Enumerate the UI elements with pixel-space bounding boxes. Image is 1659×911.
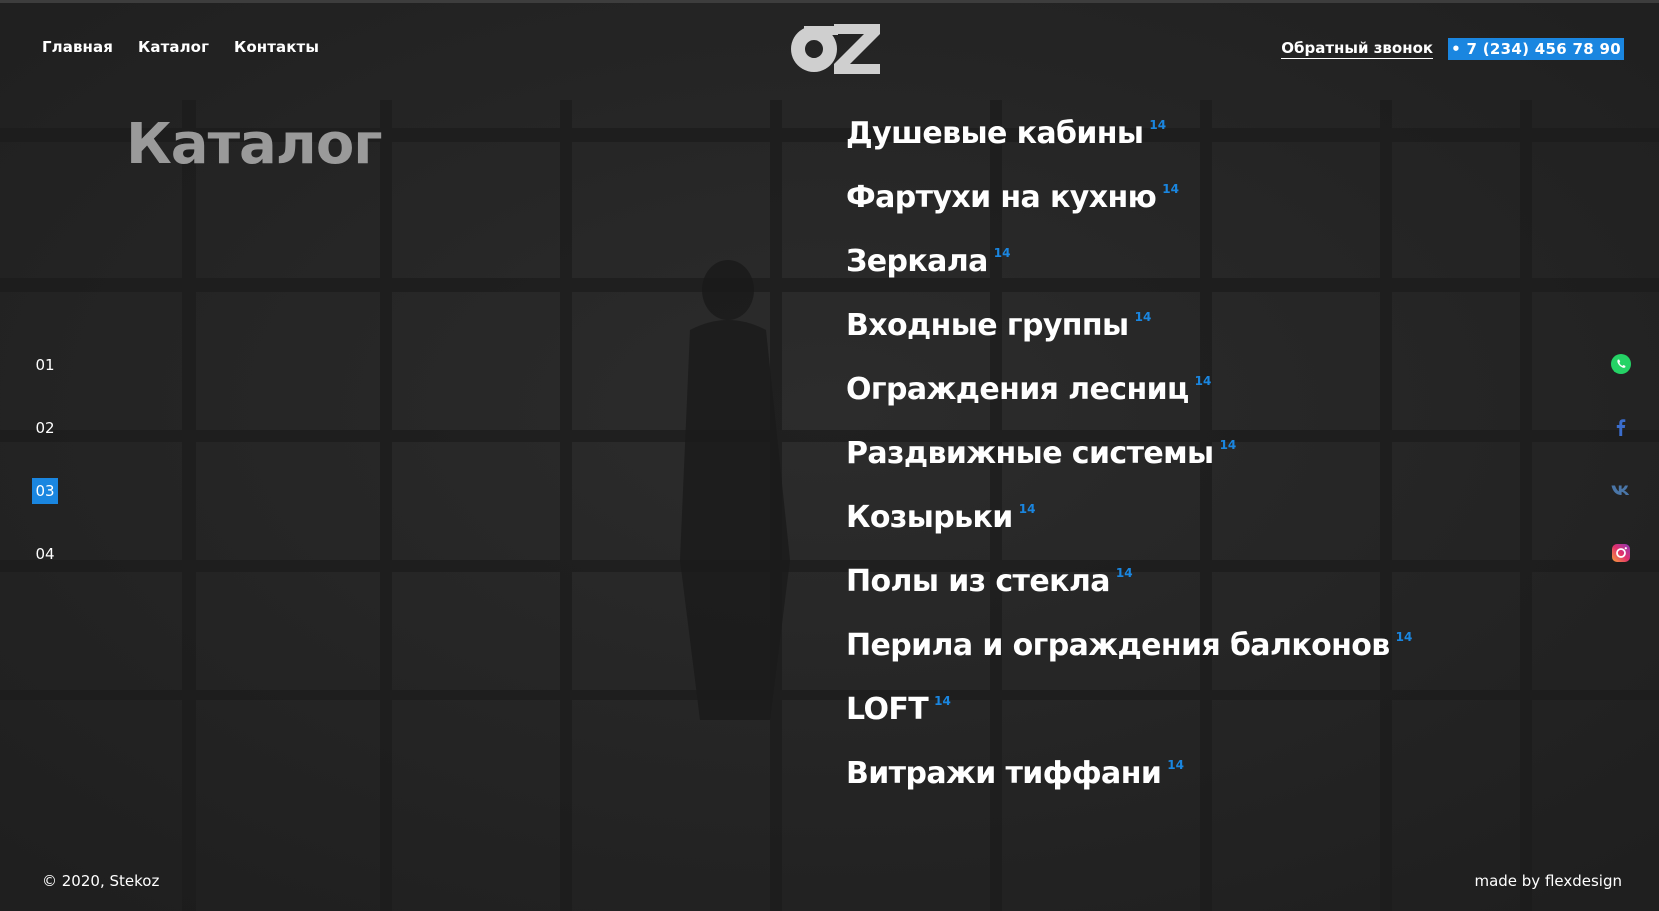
social-links	[1610, 353, 1632, 564]
catalog-link-balcony-railings[interactable]: Перила и ограждения балконов	[846, 628, 1390, 663]
pager-item-04[interactable]: 04	[32, 541, 58, 567]
catalog-count: 14	[1162, 182, 1179, 196]
page: Главная Каталог Контакты OZ Обратный зво…	[0, 0, 1659, 911]
catalog-list: Душевые кабины 14 Фартухи на кухню 14 Зерк…	[846, 116, 1412, 820]
instagram-icon[interactable]	[1610, 542, 1632, 564]
catalog-link-entrance-groups[interactable]: Входные группы	[846, 308, 1129, 343]
header-actions: Обратный звонок • 7 (234) 456 78 90	[1281, 38, 1624, 60]
catalog-count: 14	[1115, 566, 1133, 580]
catalog-count: 14	[993, 246, 1011, 260]
list-item: Душевые кабины 14	[846, 116, 1412, 180]
catalog-count: 14	[1194, 374, 1212, 388]
catalog-count: 14	[1167, 758, 1184, 772]
catalog-link-mirrors[interactable]: Зеркала	[846, 244, 988, 279]
catalog-link-canopies[interactable]: Козырьки	[846, 500, 1013, 535]
list-item: Витражи тиффани 14	[846, 756, 1412, 820]
catalog-count: 14	[1219, 438, 1237, 452]
list-item: Входные группы 14	[846, 308, 1412, 372]
catalog-count: 14	[1018, 502, 1036, 516]
vk-icon[interactable]	[1610, 479, 1632, 501]
catalog-link-stair-railings[interactable]: Ограждения лесниц	[846, 372, 1189, 407]
credits-link[interactable]: made by flexdesign	[1474, 872, 1622, 890]
list-item: Зеркала 14	[846, 244, 1412, 308]
page-title: Каталог	[126, 112, 383, 177]
pager-item-02[interactable]: 02	[32, 415, 58, 441]
list-item: Козырьки 14	[846, 500, 1412, 564]
catalog-link-glass-floors[interactable]: Полы из стекла	[846, 564, 1110, 599]
facebook-icon[interactable]	[1610, 416, 1632, 438]
list-item: Ограждения лесниц 14	[846, 372, 1412, 436]
main-nav: Главная Каталог Контакты	[42, 38, 319, 56]
phone-number[interactable]: • 7 (234) 456 78 90	[1448, 38, 1624, 60]
callback-link[interactable]: Обратный звонок	[1281, 39, 1434, 59]
catalog-link-loft[interactable]: LOFT	[846, 692, 929, 727]
list-item: Фартухи на кухню 14	[846, 180, 1412, 244]
catalog-count: 14	[1134, 310, 1152, 324]
catalog-link-sliding-systems[interactable]: Раздвижные системы	[846, 436, 1214, 471]
catalog-count: 14	[934, 694, 951, 708]
catalog-count: 14	[1395, 630, 1413, 644]
slide-pager: 01 02 03 04	[32, 352, 58, 604]
pager-item-01[interactable]: 01	[32, 352, 58, 378]
nav-item-home[interactable]: Главная	[42, 38, 113, 56]
list-item: Полы из стекла 14	[846, 564, 1412, 628]
nav-item-catalog[interactable]: Каталог	[138, 38, 209, 56]
top-border	[0, 0, 1659, 3]
catalog-count: 14	[1149, 118, 1167, 132]
list-item: Перила и ограждения балконов 14	[846, 628, 1412, 692]
catalog-link-tiffany-windows[interactable]: Витражи тиффани	[846, 756, 1162, 791]
nav-item-contacts[interactable]: Контакты	[234, 38, 319, 56]
whatsapp-icon[interactable]	[1610, 353, 1632, 375]
list-item: Раздвижные системы 14	[846, 436, 1412, 500]
logo[interactable]: OZ	[784, 20, 880, 78]
copyright: © 2020, Stekoz	[42, 872, 160, 890]
catalog-link-kitchen-backsplash[interactable]: Фартухи на кухню	[846, 180, 1157, 215]
pager-item-03[interactable]: 03	[32, 478, 58, 504]
list-item: LOFT 14	[846, 692, 1412, 756]
catalog-link-shower-cabins[interactable]: Душевые кабины	[846, 116, 1144, 151]
